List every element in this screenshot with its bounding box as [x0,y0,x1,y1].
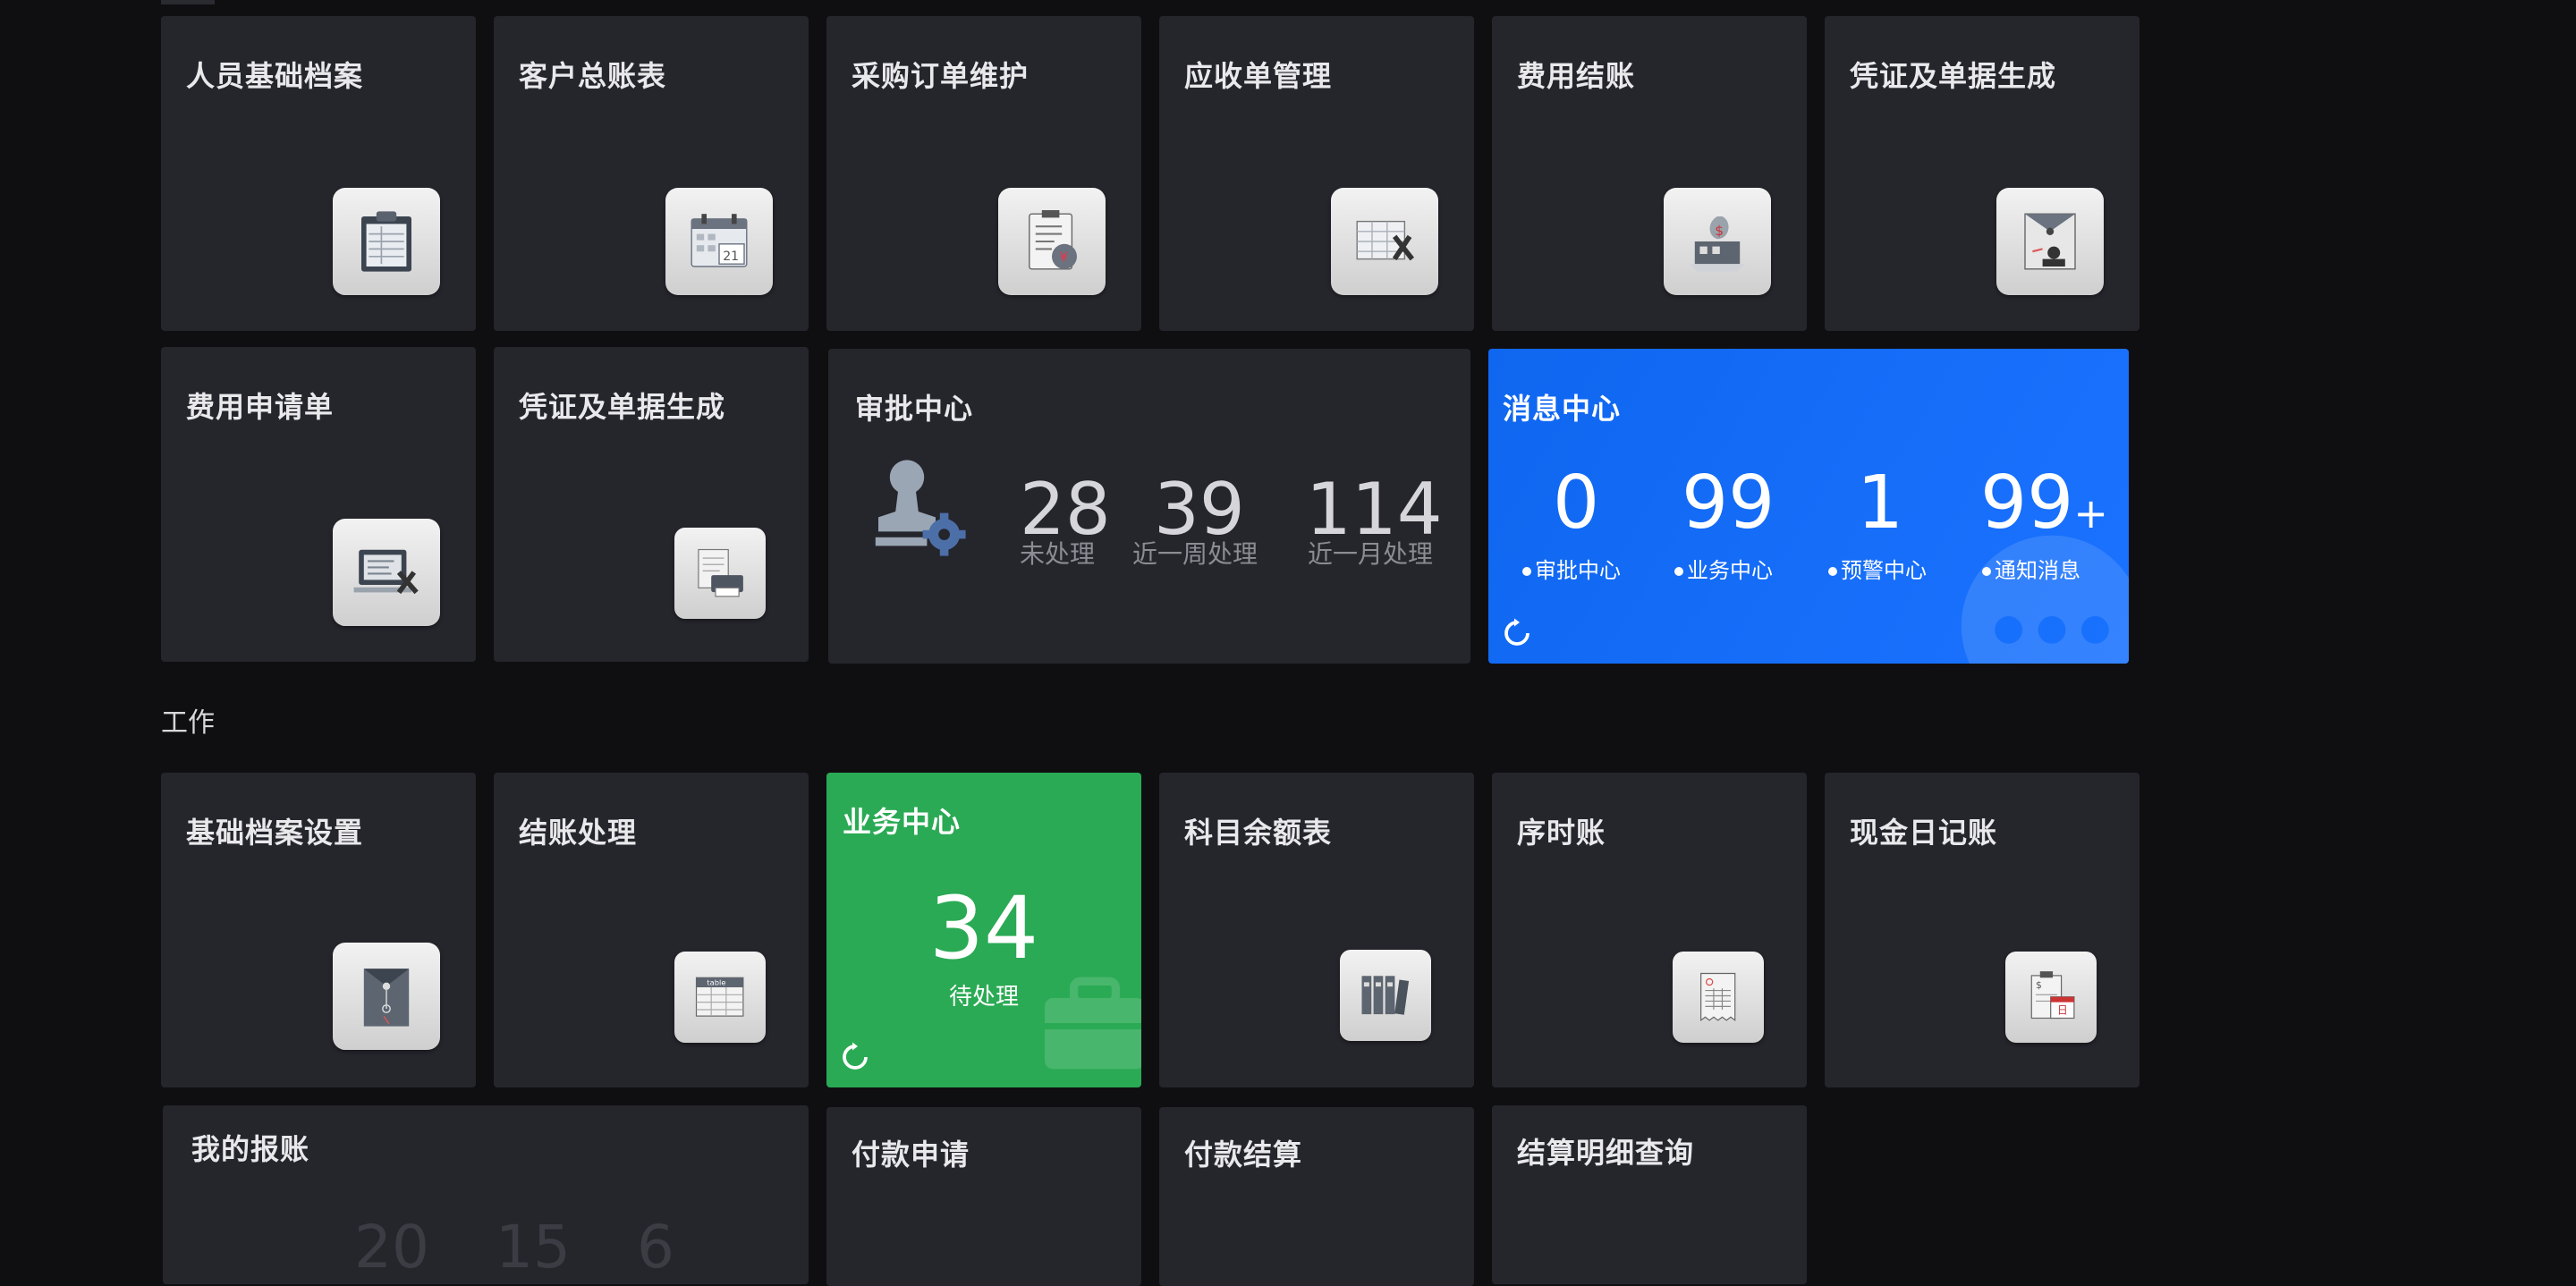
tile-title: 科目余额表 [1184,816,1333,850]
tile-title: 采购订单维护 [852,59,1030,93]
tile-title: 应收单管理 [1184,59,1333,93]
chat-bubble-watermark [1961,535,2129,664]
tile-my-reimbursement[interactable]: 我的报账 20 15 6 [163,1105,809,1284]
tile-closing-process[interactable]: 结账处理 table [494,773,809,1087]
tile-title: 凭证及单据生成 [1850,59,2057,93]
table-icon: table [674,952,766,1043]
clipboard-list-icon [333,188,440,295]
message-center-card[interactable]: 消息中心 0 审批中心 99 业务中心 1 预警中心 99+ 通知消息 [1488,349,2129,664]
tile-title: 现金日记账 [1850,816,1998,850]
tile-purchase-order[interactable]: 采购订单维护 ¥ [826,16,1141,331]
printer-docs-icon [674,528,766,619]
msg-notice-count: 99+ [1980,467,2108,540]
svg-text:table: table [708,978,726,987]
svg-text:日: 日 [2057,1004,2068,1017]
tile-payment-request[interactable]: 付款申请 [826,1107,1141,1286]
tile-title: 人员基础档案 [186,59,364,93]
msg-business-label: 业务中心 [1674,553,1773,584]
tile-title: 序时账 [1517,816,1606,850]
tile-title: 费用结账 [1517,59,1636,93]
reimburse-value-2: 15 [496,1213,571,1282]
tile-title: 客户总账表 [519,59,667,93]
approval-week-label: 近一周处理 [1132,539,1258,569]
purchase-order-icon: ¥ [998,188,1106,295]
approval-center-card[interactable]: 审批中心 28 未处理 39 近一周处理 114 近一月处理 [828,349,1470,664]
tile-title: 付款申请 [852,1138,970,1172]
business-center-card[interactable]: 业务中心 34 待处理 [826,773,1141,1087]
tile-voucher-generation-2[interactable]: 凭证及单据生成 [494,347,809,662]
tile-personnel-archive[interactable]: 人员基础档案 [161,16,476,331]
msg-notice-label: 通知消息 [1982,553,2080,584]
tile-payment-settlement[interactable]: 付款结算 [1159,1107,1474,1286]
msg-warning-count: 1 [1857,461,1904,546]
reimburse-value-3: 6 [637,1213,674,1282]
svg-text:¥: ¥ [1059,249,1068,265]
tile-receivables[interactable]: 应收单管理 [1159,16,1474,331]
section-work-label: 工作 [161,707,215,739]
msg-notice-value: 99 [1980,461,2074,546]
approval-title: 审批中心 [855,392,974,426]
svg-text:$: $ [2036,979,2042,991]
tile-title: 付款结算 [1184,1138,1303,1172]
tile-title: 结账处理 [519,816,638,850]
reimburse-value-1: 20 [354,1213,429,1282]
cash-journal-icon: $ 日 [2005,952,2097,1043]
computer-tools-icon [333,519,440,626]
envelope-stamp-icon [1996,188,2104,295]
tile-voucher-generation[interactable]: 凭证及单据生成 [1825,16,2140,331]
tile-title: 费用申请单 [186,390,335,424]
msg-notice-suffix: + [2073,489,2108,537]
tile-cash-journal[interactable]: 现金日记账 $ 日 [1825,773,2140,1087]
refresh-icon[interactable] [1501,617,1533,649]
tile-settlement-detail-query[interactable]: 结算明细查询 [1492,1105,1807,1284]
spreadsheet-tools-icon [1331,188,1438,295]
tile-expense-request[interactable]: 费用申请单 [161,347,476,662]
tile-title: 结算明细查询 [1517,1136,1695,1170]
approval-pending-label: 未处理 [1020,539,1096,569]
tile-title: 基础档案设置 [186,816,364,850]
receipt-icon [1673,952,1764,1043]
business-pending-label: 待处理 [948,984,1019,1011]
refresh-icon[interactable] [839,1041,871,1073]
svg-text:21: 21 [723,250,739,264]
svg-text:$: $ [1715,223,1724,239]
tile-customer-ledger[interactable]: 客户总账表 21 [494,16,809,331]
binders-icon [1340,950,1431,1041]
msg-business-count: 99 [1682,461,1775,546]
message-title: 消息中心 [1503,392,1622,426]
business-pending-count: 34 [928,878,1039,978]
money-bag-icon: $ [1664,188,1771,295]
approval-month-label: 近一月处理 [1308,539,1434,569]
tile-chronological-ledger[interactable]: 序时账 [1492,773,1807,1087]
calendar-icon: 21 [665,188,773,295]
tile-basic-archive-settings[interactable]: 基础档案设置 [161,773,476,1087]
tile-expense-settlement[interactable]: 费用结账 $ [1492,16,1807,331]
msg-approval-label: 审批中心 [1522,553,1621,584]
file-envelope-icon [333,943,440,1050]
stamp-gear-icon [875,460,966,556]
business-title: 业务中心 [843,805,962,839]
msg-warning-label: 预警中心 [1828,553,1927,584]
tile-title: 我的报账 [191,1132,310,1166]
top-edge-mark [161,0,215,4]
tile-account-balance[interactable]: 科目余额表 [1159,773,1474,1087]
tile-title: 凭证及单据生成 [519,390,726,424]
msg-approval-count: 0 [1553,461,1600,546]
